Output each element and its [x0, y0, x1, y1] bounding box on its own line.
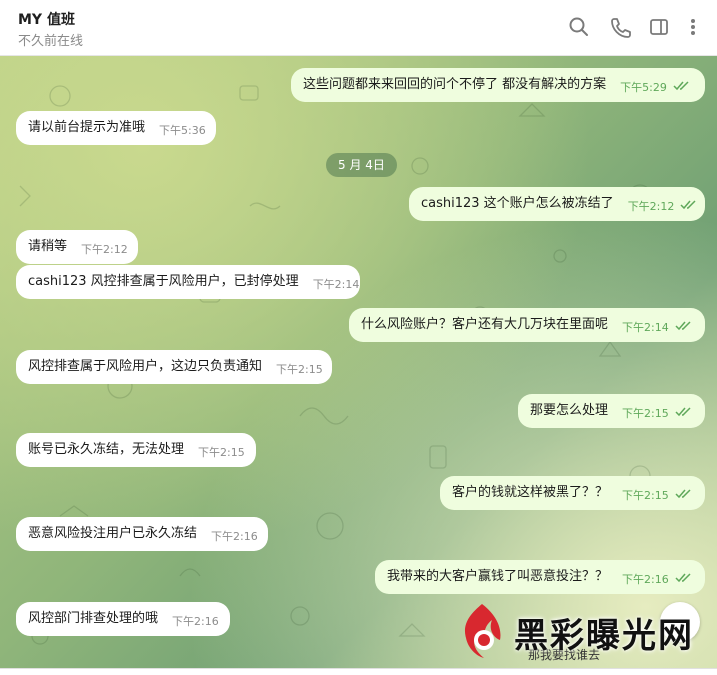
date-divider: 5 月 4日	[326, 153, 397, 177]
message-time: 下午2:15	[198, 446, 245, 459]
double-check-icon	[673, 71, 691, 105]
double-check-icon	[675, 311, 693, 345]
message-text: 账号已永久冻结，无法处理	[28, 442, 185, 457]
search-icon[interactable]	[566, 14, 592, 40]
more-vert-icon[interactable]	[680, 14, 706, 40]
message-time: 下午2:15	[622, 489, 669, 502]
message-time: 下午2:15	[276, 363, 323, 376]
double-check-icon	[675, 397, 693, 431]
message-list[interactable]: 这些问题都来来回回的问个不停了 都没有解决的方案 下午5:29 请以前台提示为准哦…	[0, 56, 717, 668]
last-seen-status: 不久前在线	[18, 34, 84, 49]
message-text: cashi123 这个账户怎么被冻结了	[421, 196, 614, 211]
sidebar-toggle-icon[interactable]	[646, 14, 672, 40]
phone-icon[interactable]	[607, 14, 633, 40]
message-time: 下午2:15	[622, 407, 669, 420]
site-watermark: 黑彩曝光网	[452, 600, 712, 664]
message-text: 我带来的大客户赢钱了叫恶意投注？？	[387, 569, 609, 584]
message-time: 下午2:14	[312, 278, 360, 291]
watermark-logo-icon	[464, 604, 501, 658]
message-text: 风控排查属于风险用户，这边只负责通知	[28, 359, 263, 374]
message-time: 下午5:36	[159, 124, 206, 137]
message-text: 请以前台提示为准哦	[28, 120, 146, 135]
message-bubble-outgoing[interactable]: 那要怎么处理 下午2:15	[518, 394, 705, 428]
message-time: 下午2:14	[622, 321, 669, 334]
message-time: 下午2:16	[211, 530, 258, 543]
message-bubble-outgoing[interactable]: 我带来的大客户赢钱了叫恶意投注？？ 下午2:16	[375, 560, 705, 594]
message-text: 这些问题都来来回回的问个不停了 都没有解决的方案	[303, 77, 607, 92]
message-time: 下午2:16	[622, 573, 669, 586]
message-bubble-incoming[interactable]: 请稍等 下午2:12	[16, 230, 138, 264]
watermark-text: 黑彩曝光网	[514, 616, 694, 656]
chat-title[interactable]: MY 值班	[18, 9, 75, 29]
message-bubble-outgoing[interactable]: 这些问题都来来回回的问个不停了 都没有解决的方案 下午5:29	[291, 68, 705, 102]
message-time: 下午2:16	[172, 615, 219, 628]
message-text: cashi123 风控排查属于风险用户，已封停处理	[28, 274, 299, 289]
message-bubble-incoming[interactable]: 风控部门排查处理的哦 下午2:16	[16, 602, 230, 636]
chat-header: MY 值班 不久前在线	[0, 0, 717, 56]
message-text: 客户的钱就这样被黑了？？	[452, 485, 609, 500]
message-time: 下午2:12	[81, 243, 128, 256]
message-text: 什么风险账户？客户还有大几万块在里面呢	[361, 317, 609, 332]
message-text: 那要怎么处理	[530, 403, 609, 418]
message-time: 下午5:29	[620, 81, 667, 94]
message-text: 风控部门排查处理的哦	[28, 611, 159, 626]
message-bubble-outgoing[interactable]: cashi123 这个账户怎么被冻结了 下午2:12	[409, 187, 705, 221]
message-bubble-incoming[interactable]: 恶意风险投注用户已永久冻结 下午2:16	[16, 517, 268, 551]
double-check-icon	[675, 479, 693, 513]
double-check-icon	[680, 190, 698, 224]
message-bubble-incoming[interactable]: 账号已永久冻结，无法处理 下午2:15	[16, 433, 256, 467]
message-bubble-incoming[interactable]: 风控排查属于风险用户，这边只负责通知 下午2:15	[16, 350, 332, 384]
message-bubble-incoming[interactable]: cashi123 风控排查属于风险用户，已封停处理 下午2:14	[16, 265, 360, 299]
message-text: 恶意风险投注用户已永久冻结	[28, 526, 198, 541]
message-bubble-outgoing[interactable]: 什么风险账户？客户还有大几万块在里面呢 下午2:14	[349, 308, 705, 342]
double-check-icon	[675, 563, 693, 597]
message-time: 下午2:12	[627, 200, 675, 213]
message-bubble-incoming[interactable]: 请以前台提示为准哦 下午5:36	[16, 111, 216, 145]
message-bubble-outgoing[interactable]: 客户的钱就这样被黑了？？ 下午2:15	[440, 476, 705, 510]
message-text: 请稍等	[28, 239, 68, 254]
